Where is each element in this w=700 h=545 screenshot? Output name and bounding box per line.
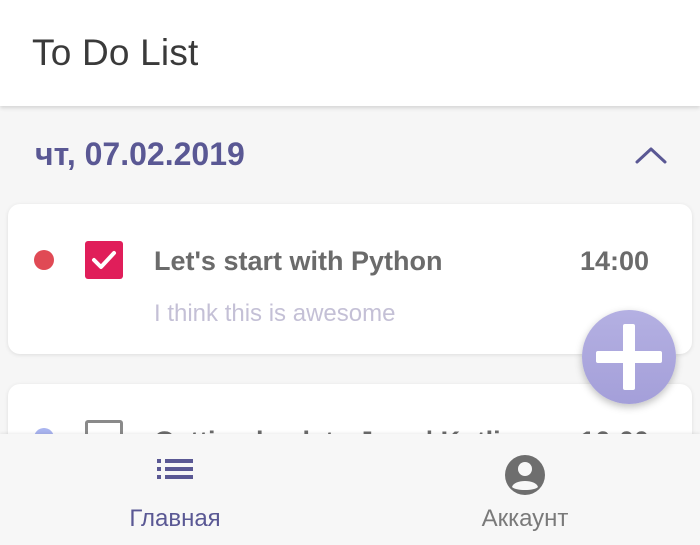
date-section-header[interactable]: чт, 07.02.2019	[0, 106, 700, 202]
page-title: To Do List	[32, 32, 199, 73]
bottom-navigation: Главная Аккаунт	[0, 434, 700, 545]
task-time: 14:00	[579, 246, 649, 276]
list-icon	[157, 459, 193, 479]
chevron-up-icon	[635, 147, 667, 164]
task-title: Let's start with Python	[154, 246, 443, 276]
nav-item-account[interactable]: Аккаунт	[350, 434, 700, 545]
priority-dot	[34, 250, 54, 270]
collapse-toggle-button[interactable]	[628, 136, 674, 176]
nav-item-home[interactable]: Главная	[0, 434, 350, 545]
task-description: I think this is awesome	[154, 300, 396, 327]
app-bar: To Do List	[0, 0, 700, 106]
nav-label-account: Аккаунт	[481, 505, 569, 532]
task-checkbox[interactable]	[85, 241, 123, 279]
nav-label-home: Главная	[129, 505, 221, 532]
check-icon	[92, 251, 116, 269]
plus-icon	[596, 324, 662, 390]
section-date: чт, 07.02.2019	[35, 136, 245, 172]
account-circle-icon	[505, 455, 545, 495]
add-task-button[interactable]	[582, 310, 676, 404]
todo-app: To Do List чт, 07.02.2019 Let's start wi…	[0, 0, 700, 545]
